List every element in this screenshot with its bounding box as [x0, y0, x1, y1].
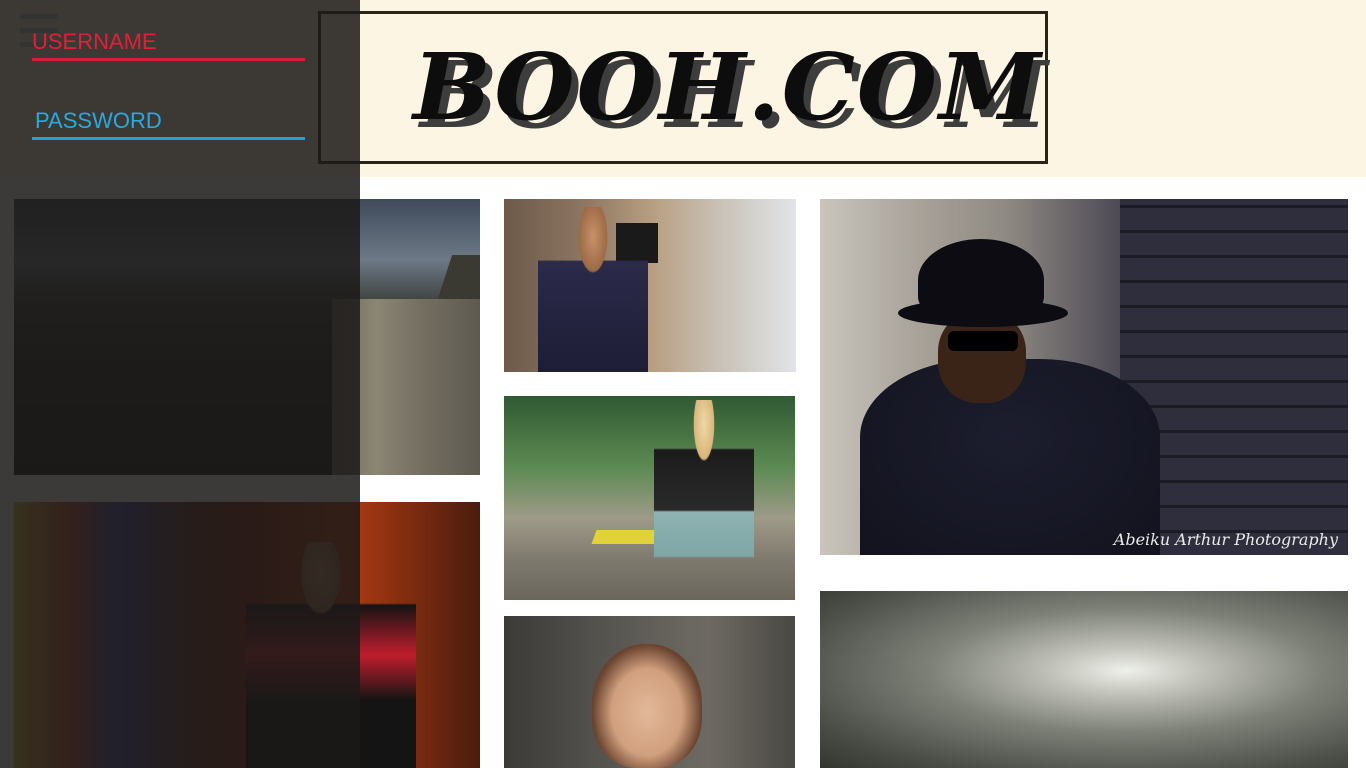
site-logo: BOOH.COM — [413, 33, 1043, 141]
sunglasses — [948, 331, 1018, 351]
gallery-photo-blonde-woman[interactable] — [504, 396, 795, 600]
portrait-face — [592, 644, 702, 768]
username-input[interactable] — [32, 25, 305, 61]
cliff-ridge — [435, 255, 480, 305]
logo-banner[interactable]: BOOH.COM — [318, 11, 1048, 164]
woman-figure — [538, 207, 648, 372]
gallery-photo-man-hat[interactable]: Abeiku Arthur Photography — [820, 199, 1348, 555]
login-panel — [0, 0, 360, 768]
blonde-figure — [654, 400, 754, 600]
gallery-photo-woman-street[interactable] — [504, 199, 796, 372]
hat-crown — [918, 239, 1044, 321]
menu-bar-top — [20, 14, 58, 19]
gallery-photo-cloudy-sky[interactable] — [820, 591, 1348, 768]
page-root: BOOH.COM Abeiku Arthur Photography — [0, 0, 1366, 768]
password-input[interactable] — [32, 104, 305, 140]
gallery-photo-portrait[interactable] — [504, 616, 795, 768]
photo-watermark: Abeiku Arthur Photography — [1113, 530, 1338, 549]
